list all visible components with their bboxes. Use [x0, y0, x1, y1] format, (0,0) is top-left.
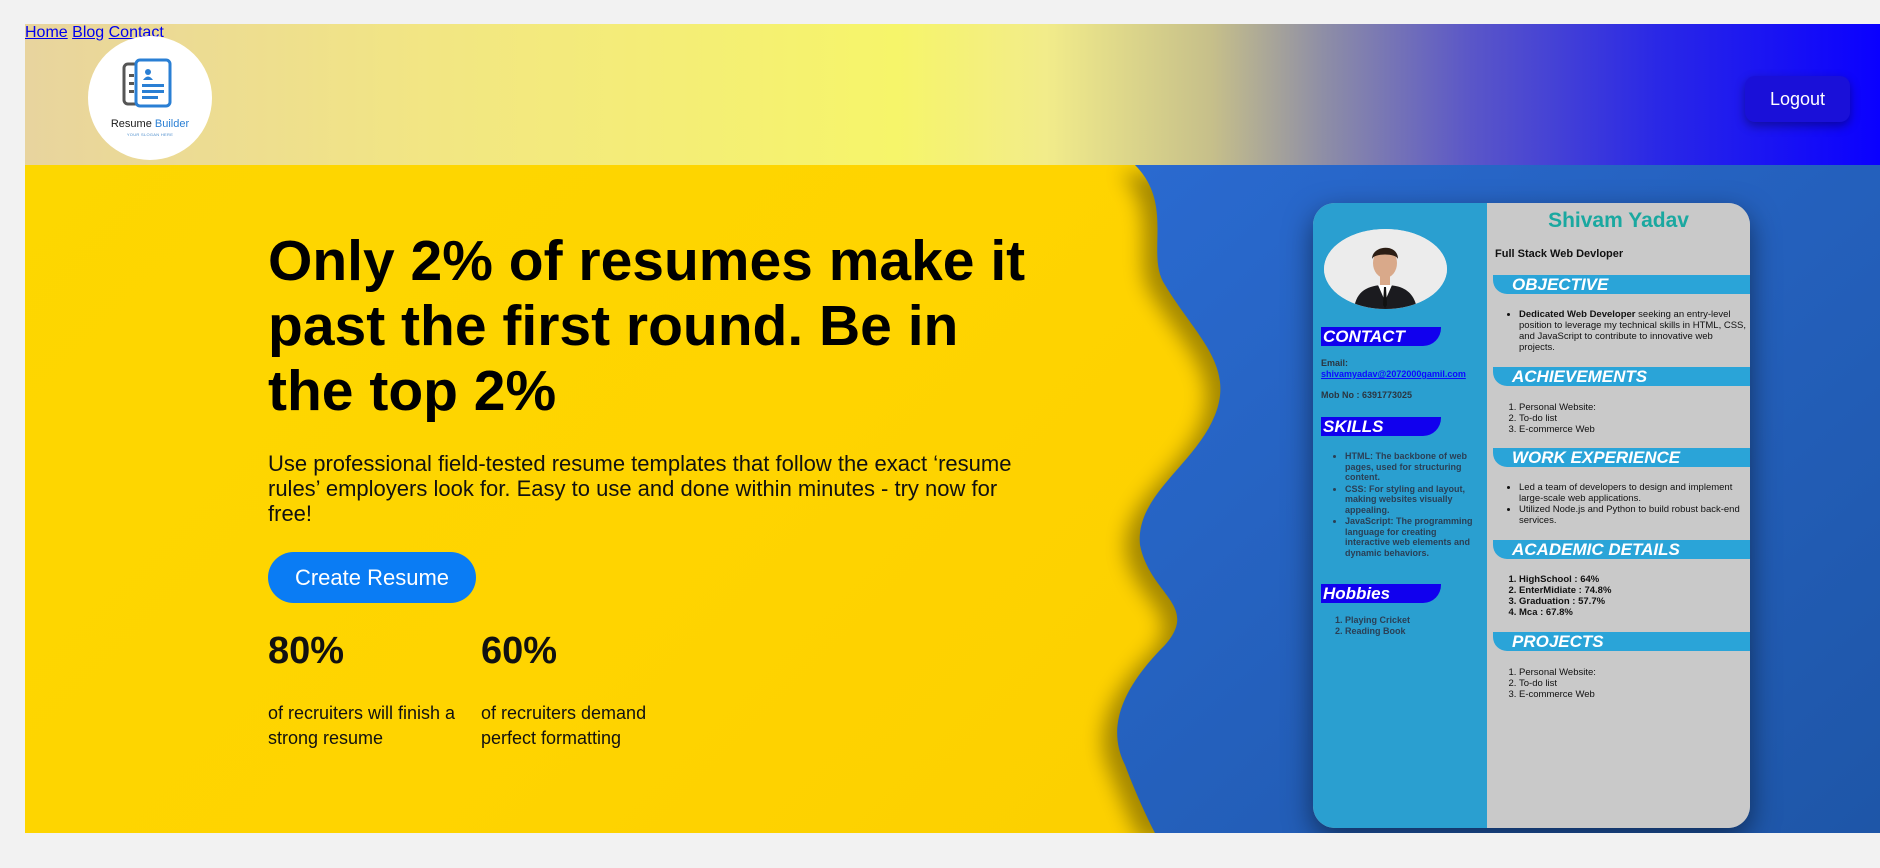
list-item: HighSchool : 64% — [1519, 574, 1747, 585]
hero-subtext: Use professional field-tested resume tem… — [268, 451, 1012, 526]
academic-heading: ACADEMIC DETAILS — [1493, 540, 1750, 559]
mobile-number: Mob No : 6391773025 — [1321, 390, 1413, 400]
contact-heading: CONTACT — [1321, 327, 1441, 346]
list-item: Reading Book — [1345, 626, 1475, 637]
logo[interactable]: Resume Builder YOUR SLOGAN HERE — [88, 36, 212, 160]
nav-links: Home Blog Contact — [25, 24, 1880, 42]
navbar: Resume Builder YOUR SLOGAN HERE Home Blo… — [25, 24, 1880, 165]
stat-value-1: 80% — [268, 630, 345, 672]
brand-name: Resume Builder — [110, 118, 190, 130]
objective-list: Dedicated Web Developer seeking an entry… — [1519, 309, 1747, 353]
projects-list: Personal Website: To-do list E-commerce … — [1519, 667, 1747, 700]
resume-logo-icon — [122, 58, 172, 108]
resume-preview-card: CONTACT Email: shivamyadav@2072000gamil.… — [1313, 203, 1750, 828]
achievements-heading: ACHIEVEMENTS — [1493, 367, 1750, 386]
list-item: CSS: For styling and layout, making webs… — [1345, 484, 1481, 516]
achievements-list: Personal Website: To-do list E-commerce … — [1519, 402, 1747, 435]
list-item: JavaScript: The programming language for… — [1345, 516, 1481, 558]
profile-photo — [1324, 229, 1447, 309]
list-item: HTML: The backbone of web pages, used fo… — [1345, 451, 1481, 483]
list-item: E-commerce Web — [1519, 424, 1747, 435]
list-item: To-do list — [1519, 678, 1747, 689]
list-item: Personal Website: — [1519, 667, 1747, 678]
list-item: Personal Website: — [1519, 402, 1747, 413]
list-item: Led a team of developers to design and i… — [1519, 482, 1747, 504]
work-experience-list: Led a team of developers to design and i… — [1519, 482, 1747, 526]
list-item: Mca : 67.8% — [1519, 607, 1747, 618]
create-resume-button[interactable]: Create Resume — [268, 552, 476, 603]
brand-tagline: YOUR SLOGAN HERE — [126, 132, 174, 137]
list-item: Playing Cricket — [1345, 615, 1475, 626]
list-item: Utilized Node.js and Python to build rob… — [1519, 504, 1747, 526]
list-item: EnterMidiate : 74.8% — [1519, 585, 1747, 596]
email-label: Email: — [1321, 358, 1349, 368]
skills-list: HTML: The backbone of web pages, used fo… — [1345, 451, 1481, 559]
list-item: Graduation : 57.7% — [1519, 596, 1747, 607]
hobbies-heading: Hobbies — [1321, 584, 1441, 603]
list-item: Dedicated Web Developer seeking an entry… — [1519, 309, 1747, 353]
work-experience-heading: WORK EXPERIENCE — [1493, 448, 1750, 467]
stat-text-2: of recruiters demand perfect formatting — [481, 703, 647, 748]
resume-role: Full Stack Web Devloper — [1495, 248, 1624, 260]
email-link[interactable]: shivamyadav@2072000gamil.com — [1321, 369, 1466, 379]
academic-list: HighSchool : 64% EnterMidiate : 74.8% Gr… — [1519, 574, 1747, 618]
logout-button[interactable]: Logout — [1745, 76, 1850, 122]
stat-value-2: 60% — [481, 630, 558, 672]
list-item: E-commerce Web — [1519, 689, 1747, 700]
hobbies-list: Playing Cricket Reading Book — [1345, 615, 1475, 637]
hero-headline: Only 2% of resumes make it past the firs… — [268, 229, 1026, 423]
nav-blog[interactable]: Blog — [72, 24, 104, 41]
nav-home[interactable]: Home — [25, 24, 68, 41]
skills-heading: SKILLS — [1321, 417, 1441, 436]
resume-name: Shivam Yadav — [1548, 209, 1689, 232]
hero-section: Only 2% of resumes make it past the firs… — [25, 165, 1880, 833]
projects-heading: PROJECTS — [1493, 632, 1750, 651]
stat-text-1: of recruiters will finish a strong resum… — [268, 703, 456, 748]
page-frame: Resume Builder YOUR SLOGAN HERE Home Blo… — [25, 24, 1880, 833]
list-item: To-do list — [1519, 413, 1747, 424]
objective-heading: OBJECTIVE — [1493, 275, 1750, 294]
